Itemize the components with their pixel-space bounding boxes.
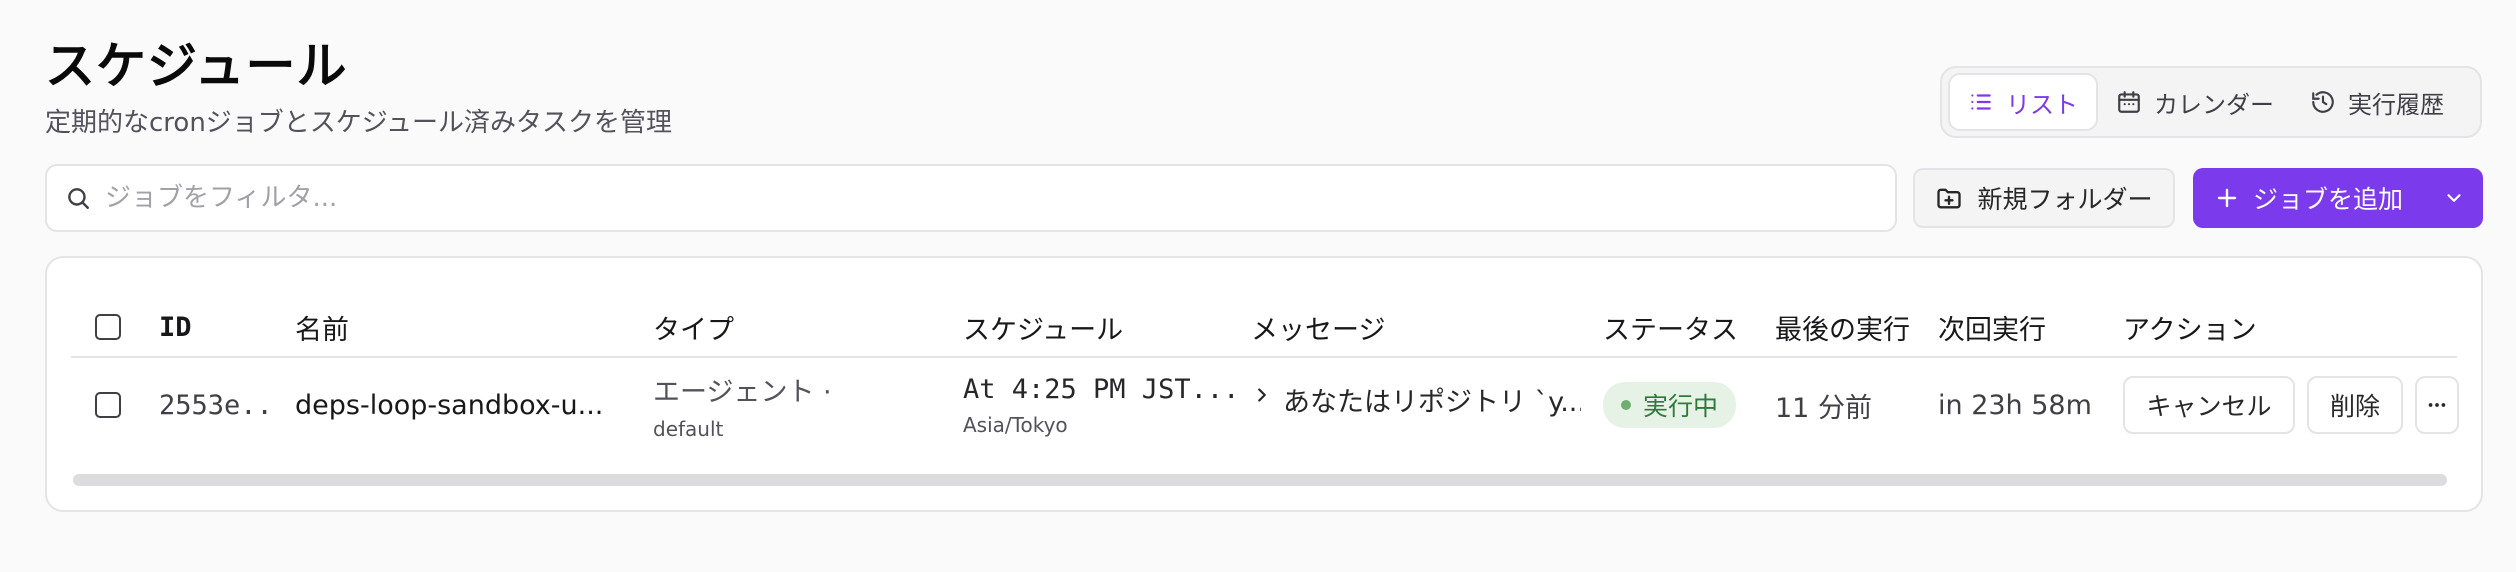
tab-history-label: 実行履歴 — [2348, 90, 2444, 119]
add-job-dropdown[interactable] — [2425, 168, 2483, 228]
row-actions: キャンセル 削除 — [2123, 360, 2459, 450]
row-schedule-expr: At 4:25 PM JST... — [963, 373, 1233, 405]
history-icon — [2312, 91, 2334, 113]
row-id: 2553e... — [159, 389, 275, 421]
cancel-button[interactable]: キャンセル — [2123, 376, 2295, 434]
jobs-table-card: ID 名前 タイプ スケジュール メッセージ ステータス 最後の実行 次回実行 … — [45, 256, 2483, 512]
search-box — [45, 164, 1897, 232]
status-badge: 実行中 — [1603, 382, 1737, 428]
horizontal-scrollbar[interactable] — [73, 474, 2447, 486]
row-status: 実行中 — [1603, 360, 1737, 450]
col-status: ステータス — [1603, 314, 1738, 346]
page-title: スケジュール — [45, 37, 348, 95]
row-type-sub: default — [653, 416, 724, 441]
col-message: メッセージ — [1251, 314, 1386, 346]
plus-icon — [2217, 188, 2237, 208]
row-schedule: At 4:25 PM JST... Asia/Tokyo — [963, 360, 1233, 450]
row-type: エージェント · default — [653, 360, 943, 450]
row-select-cell — [95, 360, 121, 450]
view-switcher: リスト カレンダー 実行履歴 — [1940, 66, 2482, 138]
tab-list-label: リスト — [2006, 90, 2078, 119]
list-icon — [1971, 94, 1991, 110]
more-horizontal-icon — [2428, 403, 2446, 407]
tab-history[interactable]: 実行履歴 — [2292, 73, 2462, 131]
chevron-down-icon — [2447, 194, 2461, 202]
row-type-label: エージェント · — [653, 376, 832, 408]
col-actions: アクション — [2123, 314, 2257, 346]
delete-button[interactable]: 削除 — [2307, 376, 2403, 434]
table-header: ID 名前 タイプ スケジュール メッセージ ステータス 最後の実行 次回実行 … — [71, 298, 2457, 358]
row-next-run: in 23h 58m — [1938, 389, 2092, 421]
chevron-right-icon — [1258, 388, 1266, 402]
add-job-button[interactable]: ジョブを追加 — [2193, 180, 2425, 216]
col-schedule: スケジュール — [963, 314, 1124, 346]
add-job-label: ジョブを追加 — [2253, 185, 2404, 214]
new-folder-button[interactable]: 新規フォルダー — [1913, 168, 2175, 228]
tab-list[interactable]: リスト — [1948, 73, 2098, 131]
row-message[interactable]: あなたはリポジトリ `y... — [1251, 360, 1581, 450]
search-input[interactable] — [105, 183, 1895, 213]
search-icon — [68, 188, 89, 209]
status-dot — [1621, 400, 1631, 410]
table-row[interactable]: 2553e... deps-loop-sandbox-u... エージェント ·… — [71, 360, 2459, 450]
tab-calendar-label: カレンダー — [2154, 90, 2274, 119]
row-schedule-tz: Asia/Tokyo — [963, 412, 1068, 437]
col-name: 名前 — [295, 314, 349, 346]
calendar-icon — [2118, 91, 2140, 113]
status-label: 実行中 — [1643, 392, 1719, 421]
tab-calendar[interactable]: カレンダー — [2098, 73, 2292, 131]
row-checkbox[interactable] — [95, 392, 121, 418]
folder-plus-icon — [1937, 188, 1962, 209]
new-folder-label: 新規フォルダー — [1977, 185, 2153, 214]
col-id: ID — [159, 311, 192, 343]
select-all-checkbox[interactable] — [95, 314, 121, 340]
page-subtitle: 定期的なcronジョブとスケジュール済みタスクを管理 — [45, 108, 672, 138]
row-last-run: 11 分前 — [1775, 392, 1872, 424]
row-name[interactable]: deps-loop-sandbox-u... — [295, 360, 635, 450]
row-message-text: あなたはリポジトリ `y... — [1283, 387, 1581, 418]
col-type: タイプ — [653, 314, 734, 346]
select-all-cell — [95, 298, 121, 356]
col-last-run: 最後の実行 — [1775, 314, 1910, 346]
col-next-run: 次回実行 — [1938, 314, 2046, 346]
add-job-split-button: ジョブを追加 — [2193, 168, 2483, 228]
more-button[interactable] — [2415, 376, 2459, 434]
